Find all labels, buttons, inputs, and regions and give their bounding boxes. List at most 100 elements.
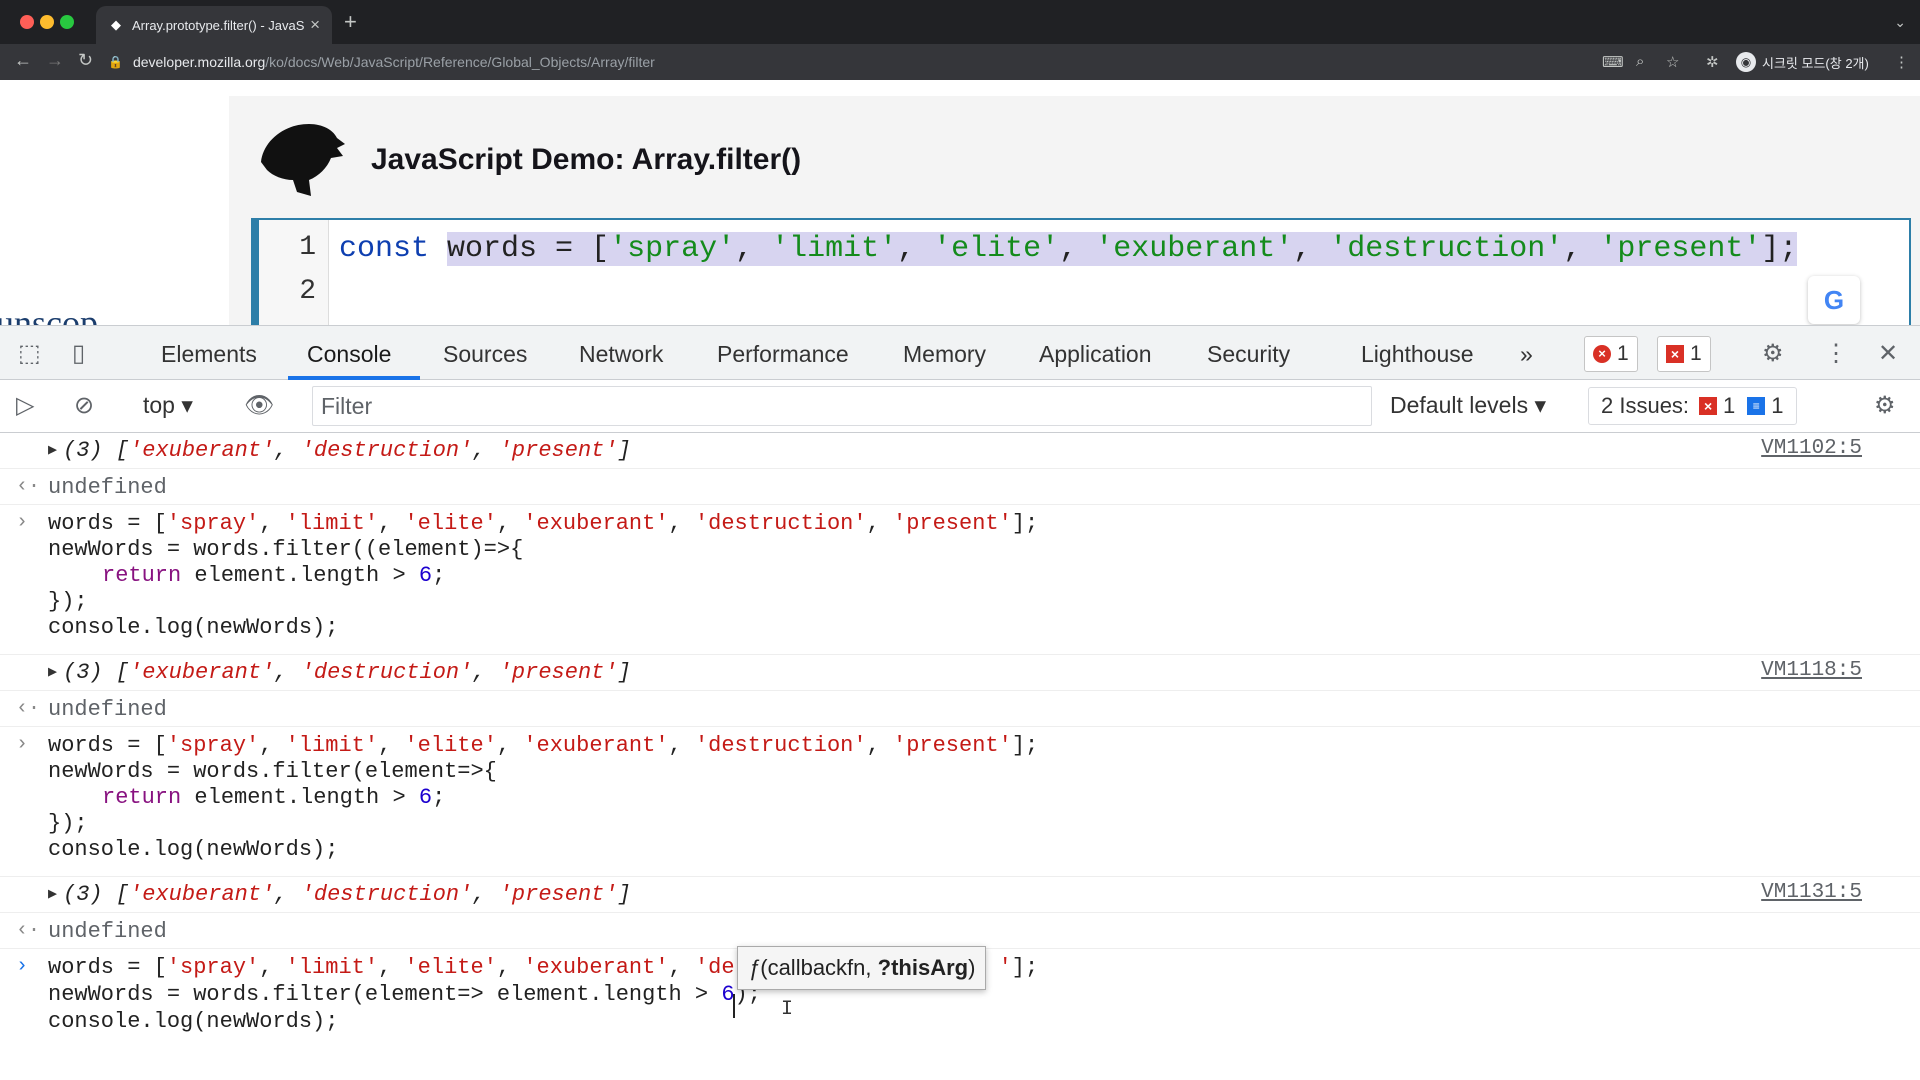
tab-title: Array.prototype.filter() - JavaS: [132, 17, 305, 33]
zoom-icon[interactable]: ⌕: [1636, 53, 1644, 70]
log-levels-dropdown[interactable]: Default levels ▾: [1390, 392, 1546, 419]
code-string: 'elite': [404, 511, 497, 536]
line-number: 2: [299, 276, 316, 307]
tab-security[interactable]: Security: [1207, 341, 1290, 368]
code-text: ,: [496, 733, 524, 758]
tab-search-chevron-icon[interactable]: ⌄: [1894, 14, 1906, 31]
live-expression-eye-icon[interactable]: 👁: [244, 391, 274, 420]
tab-elements[interactable]: Elements: [161, 341, 257, 368]
more-tabs-icon[interactable]: »: [1520, 341, 1533, 368]
function-signature-tooltip: ƒ(callbackfn, ?thisArg): [737, 946, 987, 990]
bookmark-star-icon[interactable]: ☆: [1666, 53, 1679, 71]
dropdown-arrow-icon: ▾: [1534, 392, 1547, 418]
show-sidebar-icon[interactable]: ▷: [16, 391, 34, 420]
levels-label: Default levels: [1390, 392, 1529, 418]
code-punct: ,: [1293, 232, 1330, 266]
result-text: ,: [472, 438, 499, 463]
source-link[interactable]: VM1131:5: [1761, 881, 1862, 904]
code-editor[interactable]: 1 2 const words = ['spray', 'limit', 'el…: [251, 218, 1911, 325]
code-text: words = [: [48, 733, 167, 758]
result-text: (3) [: [63, 660, 130, 685]
devtools-menu-icon[interactable]: ⋮: [1824, 339, 1848, 368]
maximize-window-button[interactable]: [60, 15, 74, 29]
translate-page-icon[interactable]: ⌨: [1602, 53, 1624, 71]
line-number: 1: [299, 232, 316, 263]
code-line-1[interactable]: const words = ['spray', 'limit', 'elite'…: [339, 232, 1798, 266]
close-tab-icon[interactable]: ×: [310, 15, 320, 35]
dropdown-arrow-icon: ▾: [181, 392, 193, 418]
tab-application[interactable]: Application: [1039, 341, 1152, 368]
address-bar[interactable]: 🔒 developer.mozilla.org/ko/docs/Web/Java…: [108, 47, 1808, 77]
tab-lighthouse[interactable]: Lighthouse: [1361, 341, 1474, 368]
source-link[interactable]: VM1102:5: [1761, 437, 1862, 460]
result-text: ]: [617, 882, 631, 907]
error-icon: ×: [1593, 345, 1611, 363]
device-toolbar-icon[interactable]: ▯: [72, 339, 85, 368]
code-text: element.length >: [181, 563, 419, 588]
minimize-window-button[interactable]: [40, 15, 54, 29]
context-selector[interactable]: top ▾: [143, 392, 193, 419]
tab-sources[interactable]: Sources: [443, 341, 527, 368]
settings-gear-icon[interactable]: ⚙: [1762, 339, 1784, 368]
result-string: 'present': [498, 438, 618, 463]
return-value: undefined: [48, 919, 167, 944]
page-content: unscop JavaScript Demo: Array.filter() 1…: [0, 80, 1920, 325]
issue-count-badge[interactable]: × 1: [1657, 336, 1711, 372]
tab-memory[interactable]: Memory: [903, 341, 986, 368]
browser-menu-icon[interactable]: ⋮: [1894, 53, 1909, 71]
result-string: 'exuberant': [129, 438, 275, 463]
console-filter-input[interactable]: [312, 386, 1372, 426]
tab-network[interactable]: Network: [579, 341, 663, 368]
code-line[interactable]: newWords = words.filter(element=> elemen…: [48, 982, 761, 1007]
expand-triangle-icon[interactable]: ▶: [48, 884, 57, 903]
code-text: ,: [259, 511, 286, 536]
expand-triangle-icon[interactable]: ▶: [48, 440, 57, 459]
code-string: 'de: [694, 955, 735, 980]
log-result: ▶ (3) ['exuberant', 'destruction', 'prese…: [0, 433, 1920, 469]
code-text: ,: [378, 955, 405, 980]
extensions-puzzle-icon[interactable]: ✲: [1706, 53, 1719, 71]
code-punct: ,: [735, 232, 772, 266]
array-output[interactable]: ▶ (3) ['exuberant', 'destruction', 'prese…: [48, 438, 631, 463]
browser-tab[interactable]: ◆ Array.prototype.filter() - JavaS ×: [96, 6, 332, 44]
code-number: 6: [418, 785, 433, 810]
source-link[interactable]: VM1118:5: [1761, 659, 1862, 682]
code-string: 'spray': [166, 733, 260, 758]
code-number: 6: [418, 563, 433, 588]
forward-arrow-icon[interactable]: →: [46, 50, 64, 71]
clear-console-icon[interactable]: ⊘: [74, 391, 94, 420]
array-output[interactable]: ▶ (3) ['exuberant', 'destruction', 'prese…: [48, 882, 631, 907]
code-line: newWords = words.filter(element=>{: [48, 759, 497, 784]
code-string: 'elite': [933, 232, 1060, 266]
return-arrow-icon: ‹·: [16, 475, 41, 498]
issues-button[interactable]: 2 Issues: × 1 ≡ 1: [1588, 387, 1797, 425]
code-line[interactable]: console.log(newWords);: [48, 1009, 338, 1034]
close-devtools-icon[interactable]: ✕: [1878, 339, 1898, 368]
mouse-ibeam-cursor-icon: I: [781, 998, 794, 1021]
google-translate-icon[interactable]: G: [1808, 276, 1860, 324]
code-string: 'present': [893, 511, 1012, 536]
incognito-profile-button[interactable]: ◉ 시크릿 모드(창 2개): [1736, 50, 1869, 74]
code-punct: ,: [897, 232, 934, 266]
array-output[interactable]: ▶ (3) ['exuberant', 'destruction', 'prese…: [48, 660, 631, 685]
code-line: console.log(newWords);: [48, 615, 339, 640]
code-keyword: return: [102, 563, 182, 588]
expand-triangle-icon[interactable]: ▶: [48, 662, 57, 681]
tab-performance[interactable]: Performance: [717, 341, 849, 368]
new-tab-button[interactable]: +: [344, 11, 357, 33]
input-chevron-icon: ›: [16, 511, 29, 534]
inspect-element-icon[interactable]: ⬚: [18, 339, 41, 368]
result-text: ]: [617, 438, 631, 463]
console-settings-gear-icon[interactable]: ⚙: [1874, 391, 1896, 420]
reload-icon[interactable]: ↻: [78, 50, 93, 71]
back-arrow-icon[interactable]: ←: [14, 50, 32, 71]
close-window-button[interactable]: [20, 15, 34, 29]
result-text: (3) [: [63, 438, 130, 463]
tab-console[interactable]: Console: [307, 341, 391, 368]
error-count-badge[interactable]: × 1: [1584, 336, 1638, 372]
result-text: ,: [274, 660, 301, 685]
code-string: 'limit': [285, 511, 379, 536]
result-string: 'exuberant': [129, 882, 275, 907]
log-input: › words = ['spray', 'limit', 'elite', 'e…: [0, 505, 1920, 655]
result-string: 'exuberant': [129, 660, 275, 685]
